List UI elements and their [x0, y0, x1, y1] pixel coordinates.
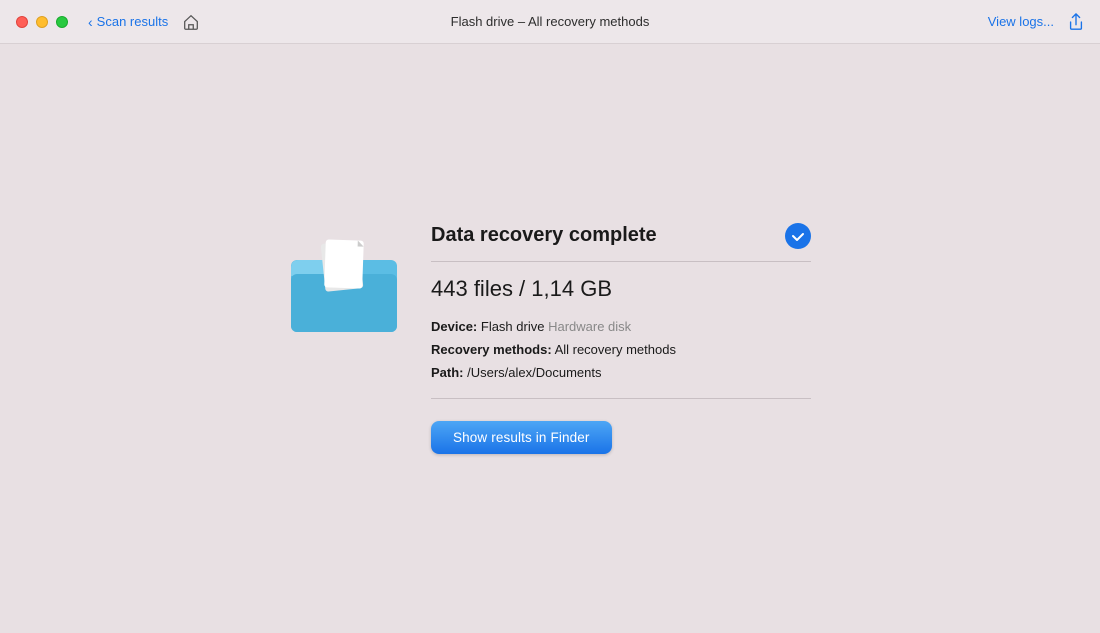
back-button[interactable]: ‹ Scan results [88, 14, 168, 30]
view-logs-button[interactable]: View logs... [988, 14, 1054, 29]
recovery-title: Data recovery complete [431, 224, 657, 247]
chevron-left-icon: ‹ [88, 14, 93, 30]
check-icon [785, 223, 811, 249]
checkmark-icon [791, 229, 805, 243]
info-header: Data recovery complete [431, 223, 811, 262]
show-results-button[interactable]: Show results in Finder [431, 421, 612, 454]
maximize-button[interactable] [56, 16, 68, 28]
device-secondary-text: Hardware disk [548, 319, 631, 334]
meta-info: Device: Flash drive Hardware disk Recove… [431, 318, 811, 383]
path-label: Path: [431, 365, 464, 380]
home-icon [182, 13, 200, 31]
back-label: Scan results [97, 14, 169, 29]
home-button[interactable] [182, 13, 200, 31]
folder-icon-wrapper [289, 233, 399, 343]
titlebar-right: View logs... [988, 13, 1084, 31]
folder-icon [289, 238, 399, 338]
device-row: Device: Flash drive Hardware disk [431, 318, 811, 336]
recovery-card: Data recovery complete 443 files / 1,14 … [289, 223, 811, 455]
device-label: Device: [431, 319, 477, 334]
recovery-value-text: All recovery methods [555, 342, 676, 357]
main-content: Data recovery complete 443 files / 1,14 … [0, 44, 1100, 633]
path-row: Path: /Users/alex/Documents [431, 364, 811, 382]
recovery-label: Recovery methods: [431, 342, 552, 357]
window-title: Flash drive – All recovery methods [451, 14, 650, 29]
recovery-row: Recovery methods: All recovery methods [431, 341, 811, 359]
minimize-button[interactable] [36, 16, 48, 28]
path-value-text: /Users/alex/Documents [467, 365, 601, 380]
share-button[interactable] [1068, 13, 1084, 31]
file-count: 443 files / 1,14 GB [431, 276, 811, 302]
titlebar: ‹ Scan results Flash drive – All recover… [0, 0, 1100, 44]
info-panel: Data recovery complete 443 files / 1,14 … [431, 223, 811, 455]
divider [431, 398, 811, 399]
close-button[interactable] [16, 16, 28, 28]
traffic-lights [16, 16, 68, 28]
device-name: Flash drive [481, 319, 545, 334]
share-icon [1068, 13, 1084, 31]
